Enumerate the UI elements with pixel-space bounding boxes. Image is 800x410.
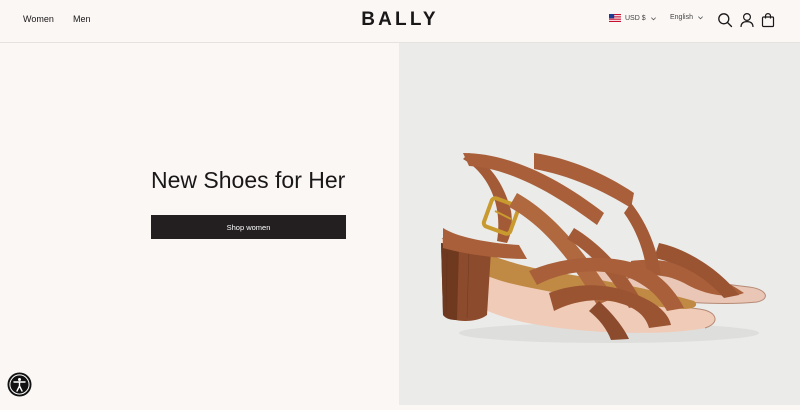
hero-headline: New Shoes for Her <box>151 167 346 193</box>
currency-label: USD $ <box>625 14 646 22</box>
currency-selector[interactable]: USD $ <box>609 14 657 22</box>
search-icon[interactable] <box>717 12 733 28</box>
chevron-down-icon <box>650 16 656 20</box>
shopping-bag-icon[interactable] <box>760 12 776 28</box>
brand-logo[interactable]: BALLY <box>361 9 439 30</box>
language-selector[interactable]: English <box>670 14 704 21</box>
chevron-down-icon <box>698 16 703 20</box>
nav-men-link[interactable]: Men <box>73 14 91 24</box>
language-label: English <box>670 14 693 21</box>
sandals-image <box>441 153 766 343</box>
hero-image-panel[interactable] <box>399 43 800 405</box>
shop-women-button[interactable]: Shop women <box>151 215 346 239</box>
site-header: Women Men BALLY USD $ English <box>0 0 800 43</box>
user-icon[interactable] <box>739 12 755 28</box>
accessibility-icon[interactable] <box>7 372 32 397</box>
us-flag-icon <box>609 14 621 22</box>
nav-women-link[interactable]: Women <box>23 14 54 24</box>
